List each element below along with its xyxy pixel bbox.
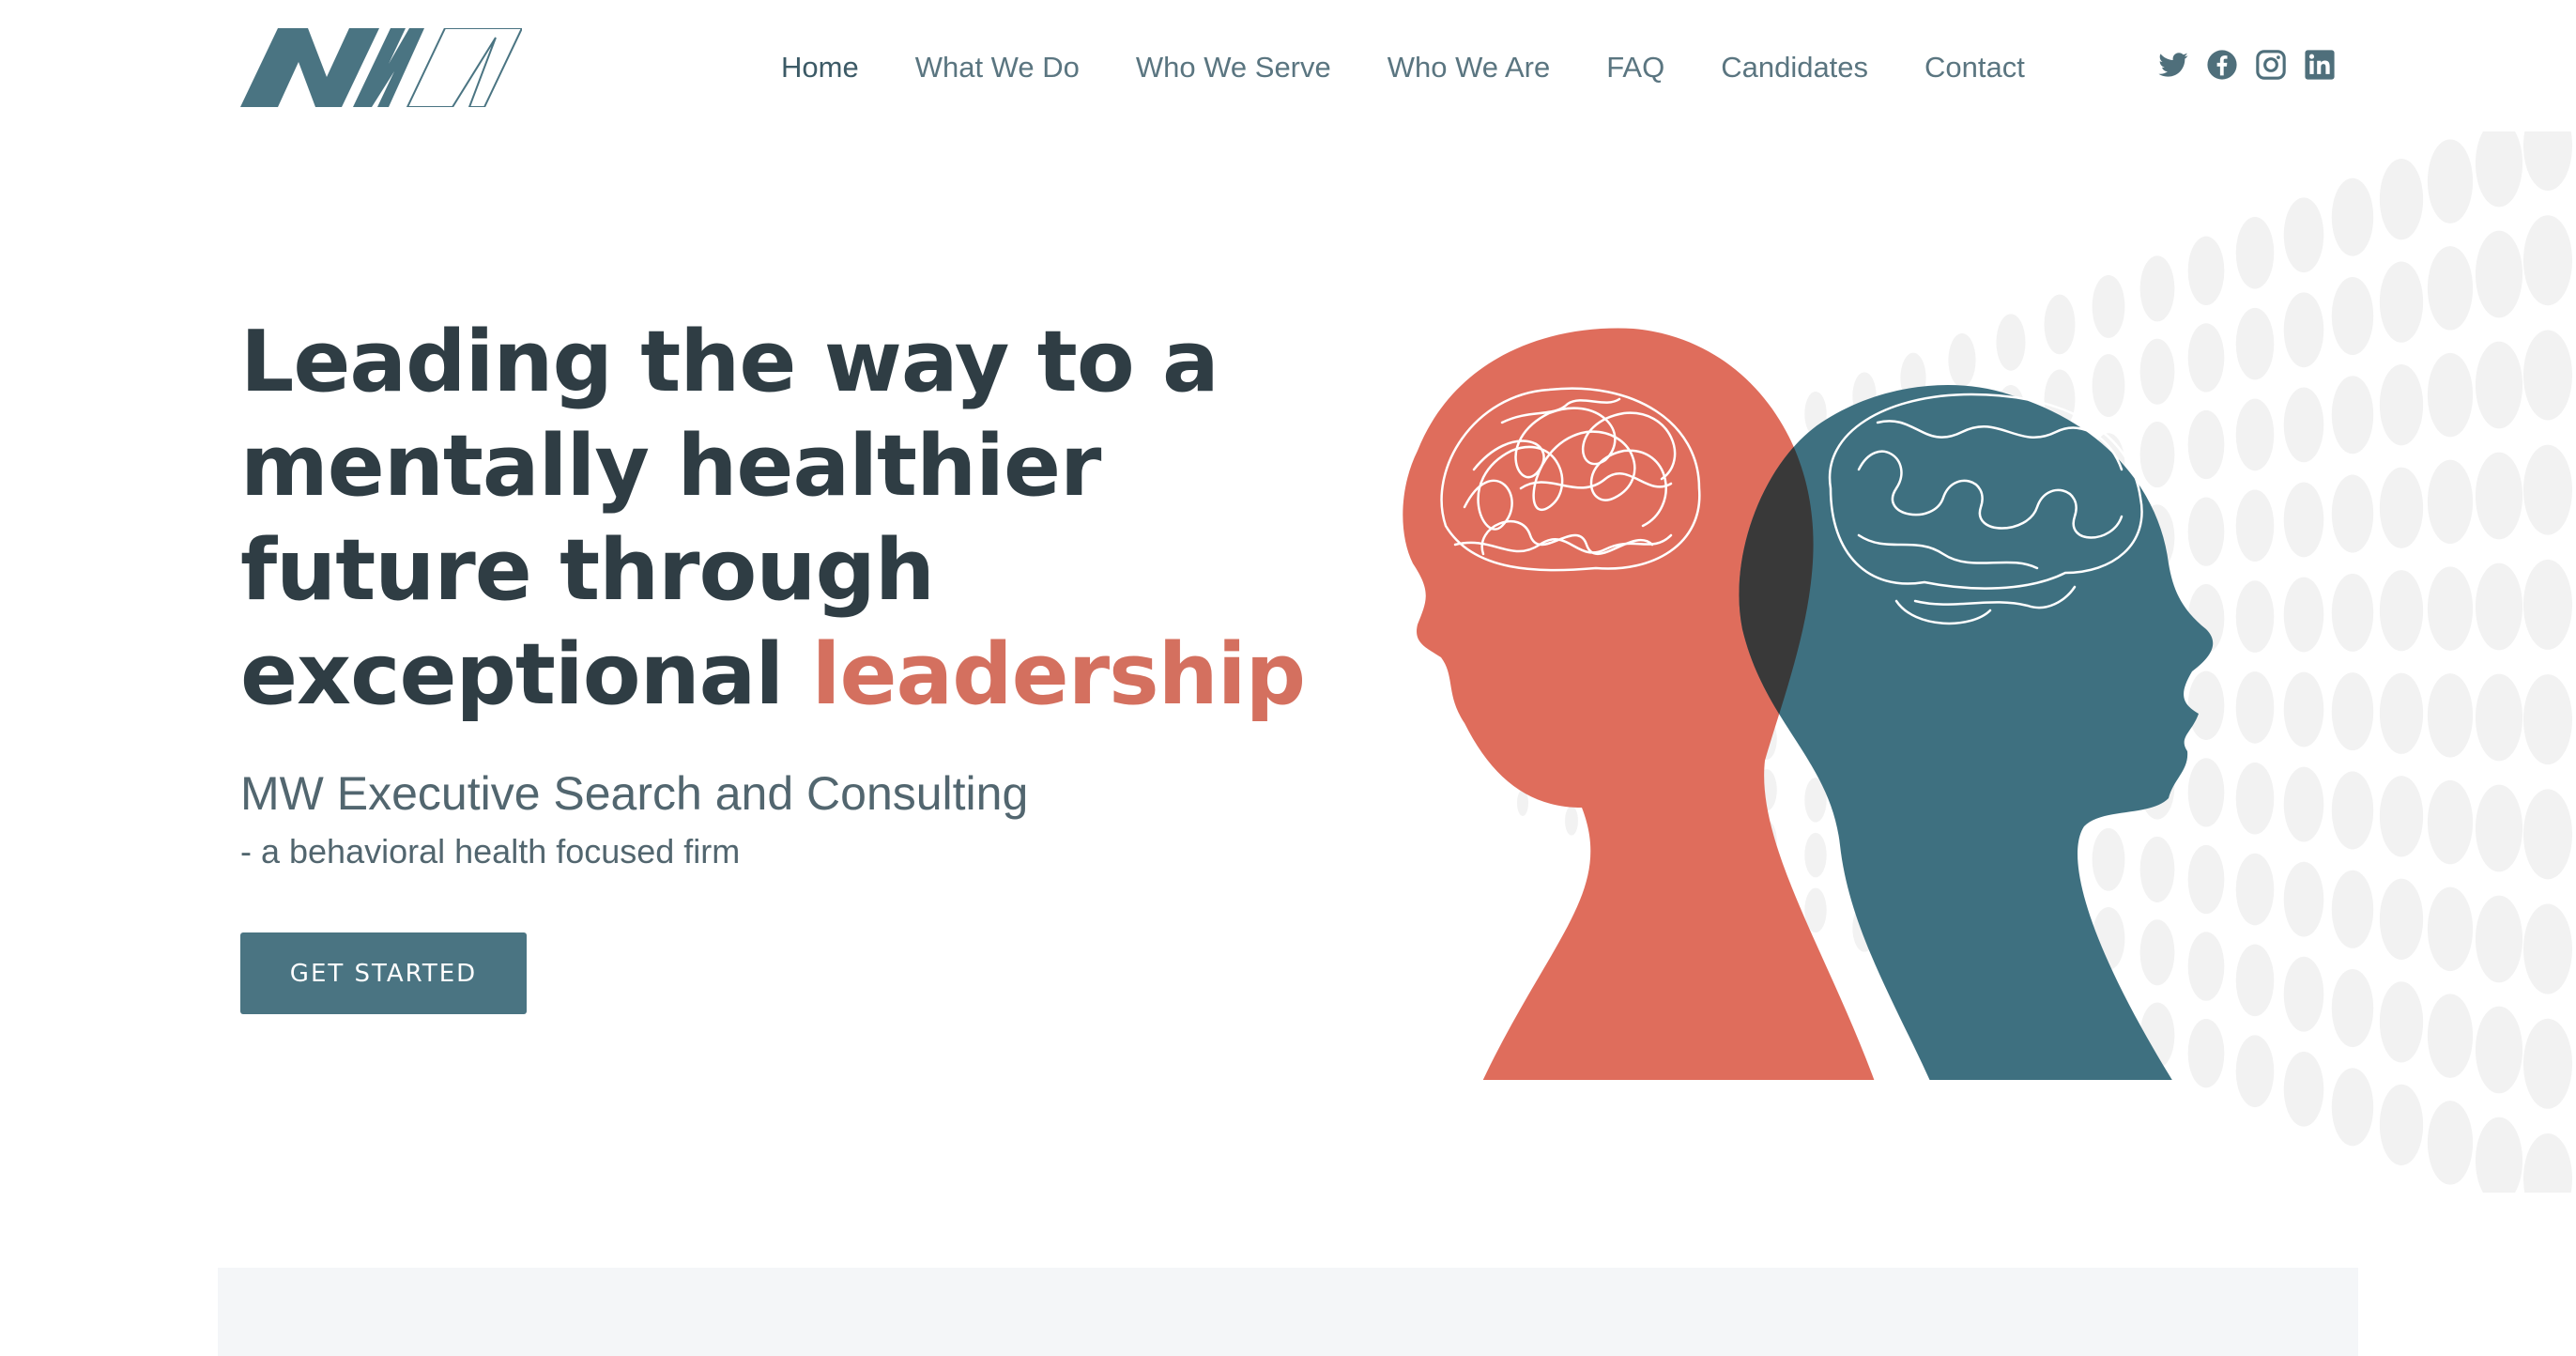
logo[interactable] [240,28,522,107]
hero-heading: Leading the way to a mentally healthier … [240,310,1367,727]
background-dot [2523,789,2572,880]
background-dot [2283,292,2324,368]
background-dot [2235,398,2275,471]
background-dot [2379,981,2424,1063]
background-dot [2379,878,2424,960]
background-dot [2235,217,2275,289]
background-dot [2283,861,2324,937]
background-dot [2427,246,2474,331]
background-dot [2331,870,2374,948]
background-dot [2379,159,2424,240]
instagram-icon[interactable] [2255,49,2287,81]
background-dot [2331,474,2374,553]
background-dot [2235,1035,2275,1107]
background-dot [2379,776,2424,857]
background-dot [2523,1018,2572,1109]
hero-heading-line-3: future through [240,521,935,620]
next-section-band [218,1268,2358,1356]
background-dot [2427,566,2474,651]
background-dot [2475,1006,2523,1094]
hero-heading-line-4: exceptional [240,625,812,724]
background-dot [2379,570,2424,652]
nav-faq[interactable]: FAQ [1606,45,1664,90]
background-dot [2283,671,2324,747]
background-dot [2331,376,2374,455]
background-dot [2379,1084,2424,1165]
background-dot [2523,1133,2572,1193]
background-dot [2523,330,2572,421]
background-dot [2235,762,2275,835]
background-dot [2379,261,2424,343]
background-dot [2235,853,2275,926]
background-dot [2427,994,2474,1078]
background-dot [2379,672,2424,754]
background-dot [2283,482,2324,558]
background-dot [2331,177,2374,256]
background-dot [2475,562,2523,651]
background-dot [2235,489,2275,562]
background-dot [2283,766,2324,842]
background-dot [2139,255,2175,322]
nav-home[interactable]: Home [781,45,859,90]
background-dot [2283,387,2324,463]
nav-candidates[interactable]: Candidates [1721,45,1868,90]
background-dot [2331,276,2374,356]
background-dot [2235,580,2275,653]
background-dot [2331,573,2374,652]
background-dot [2283,577,2324,653]
background-dot [2379,364,2424,446]
background-dot [2235,307,2275,380]
facebook-icon[interactable] [2206,49,2238,81]
twitter-icon[interactable] [2157,49,2189,81]
background-dot [2331,672,2374,751]
background-dot [2523,903,2572,994]
background-dot [2235,671,2275,744]
background-dot [2523,444,2572,535]
background-dot [2427,886,2474,972]
background-dot [2475,784,2523,872]
background-dot [2475,895,2523,983]
social-links [2157,49,2336,81]
heads-illustration [1403,328,2214,1080]
logo-m-shape [240,28,379,107]
hero-heading-line-2: mentally healthier [240,417,1101,516]
background-dot [2331,771,2374,850]
background-dot [2427,352,2474,438]
hero-heading-accent: leadership [811,625,1306,724]
hero-heading-line-1: Leading the way to a [240,313,1219,411]
background-dot [2427,779,2474,865]
background-dot [2331,968,2374,1048]
background-dot [2283,956,2324,1032]
background-dot [2475,131,2523,208]
background-dot [2427,673,2474,758]
background-dot [2283,197,2324,273]
background-dot [2427,139,2474,223]
background-dot [2523,674,2572,765]
nav-who-we-are[interactable]: Who We Are [1388,45,1550,90]
main-nav: Home What We Do Who We Serve Who We Are … [781,45,2081,90]
logo-w-outline [406,28,522,107]
nav-who-we-serve[interactable]: Who We Serve [1136,45,1331,90]
background-dot [2427,459,2474,545]
hero-tagline: - a behavioral health focused firm [240,832,741,871]
nav-what-we-do[interactable]: What We Do [915,45,1080,90]
background-dot [2523,559,2572,650]
background-dot [2235,944,2275,1017]
background-dot [2427,1101,2474,1185]
background-dot [2475,230,2523,318]
get-started-button[interactable]: GET STARTED [240,932,527,1014]
background-dot [2475,341,2523,429]
background-dot [2475,1117,2523,1193]
background-dot [2475,673,2523,762]
background-dot [2523,131,2572,191]
background-dot [2475,452,2523,540]
background-dot [2283,1051,2324,1127]
background-dot [2331,1068,2374,1147]
linkedin-icon[interactable] [2304,49,2336,81]
hero-subtitle: MW Executive Search and Consulting [240,767,1029,820]
background-dot [2379,467,2424,548]
background-dot [2187,236,2225,305]
nav-contact[interactable]: Contact [1924,45,2025,90]
background-dot [2523,215,2572,306]
